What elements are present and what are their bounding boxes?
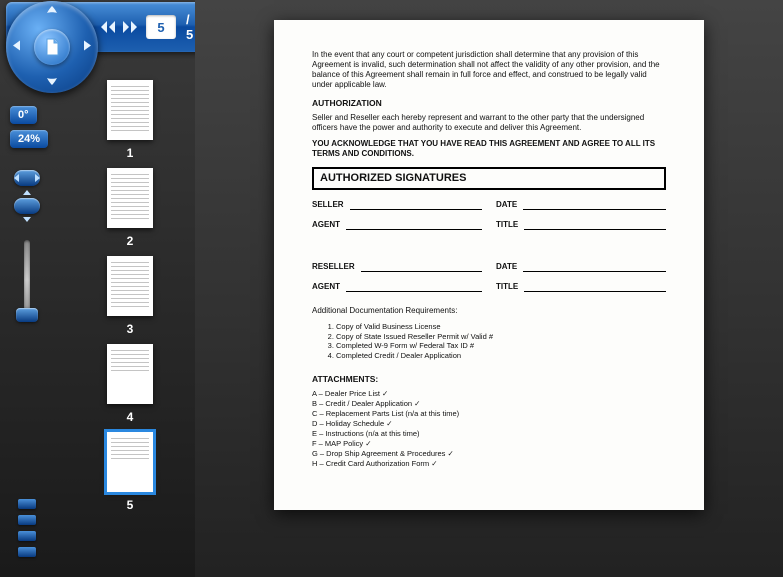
doc-req-list: Copy of Valid Business LicenseCopy of St… bbox=[336, 322, 666, 360]
view-mode-3[interactable] bbox=[18, 531, 36, 541]
reseller-label: RESELLER bbox=[312, 262, 355, 272]
view-mode-2[interactable] bbox=[18, 515, 36, 525]
signatures-heading: AUTHORIZED SIGNATURES bbox=[312, 167, 666, 191]
acknowledgement-text: YOU ACKNOWLEDGE THAT YOU HAVE READ THIS … bbox=[312, 139, 666, 159]
authorization-heading: AUTHORIZATION bbox=[312, 98, 666, 109]
date-label: DATE bbox=[496, 200, 517, 210]
authorization-text: Seller and Reseller each hereby represen… bbox=[312, 113, 666, 133]
view-mode-switcher bbox=[18, 499, 36, 557]
thumbnail-label: 4 bbox=[127, 410, 134, 424]
scroll-down-button[interactable] bbox=[45, 72, 59, 89]
nav-wheel-center[interactable] bbox=[34, 29, 70, 65]
view-mode-4[interactable] bbox=[18, 547, 36, 557]
zoom-slider-handle[interactable] bbox=[16, 308, 38, 322]
scroll-right-button[interactable] bbox=[80, 39, 94, 56]
doc-req-heading: Additional Documentation Requirements: bbox=[312, 306, 666, 316]
attachments-list: A – Dealer Price List ✓B – Credit / Deal… bbox=[312, 389, 666, 470]
seller-label: SELLER bbox=[312, 200, 344, 210]
date-label-2: DATE bbox=[496, 262, 517, 272]
thumbnail-label: 2 bbox=[127, 234, 134, 248]
thumbnail-5[interactable] bbox=[107, 432, 153, 492]
document-viewport[interactable]: In the event that any court or competent… bbox=[195, 0, 783, 577]
thumbnail-panel: 1 2 3 4 5 bbox=[80, 60, 180, 570]
title-label: TITLE bbox=[496, 220, 518, 230]
thumbnail-4[interactable] bbox=[107, 344, 153, 404]
rotation-button[interactable]: 0° bbox=[10, 106, 37, 124]
thumbnail-3[interactable] bbox=[107, 256, 153, 316]
pan-vertical-knob[interactable] bbox=[14, 198, 40, 214]
attachments-heading: ATTACHMENTS: bbox=[312, 374, 666, 385]
thumbnail-label: 3 bbox=[127, 322, 134, 336]
thumbnail-label: 5 bbox=[127, 498, 134, 512]
thumbnail-1[interactable] bbox=[107, 80, 153, 140]
title-label-2: TITLE bbox=[496, 282, 518, 292]
clause-text: In the event that any court or competent… bbox=[312, 50, 666, 90]
thumbnail-2[interactable] bbox=[107, 168, 153, 228]
thumbnail-label: 1 bbox=[127, 146, 134, 160]
scroll-left-button[interactable] bbox=[10, 39, 24, 56]
zoom-level-button[interactable]: 24% bbox=[10, 130, 48, 148]
next-page-button[interactable] bbox=[120, 17, 140, 37]
page-number-input[interactable] bbox=[146, 15, 176, 39]
agent-label: AGENT bbox=[312, 220, 340, 230]
pan-horizontal-knob[interactable] bbox=[14, 170, 40, 186]
document-page: In the event that any court or competent… bbox=[274, 20, 704, 510]
agent-label-2: AGENT bbox=[312, 282, 340, 292]
scroll-up-button[interactable] bbox=[45, 5, 59, 22]
view-mode-1[interactable] bbox=[18, 499, 36, 509]
prev-page-button[interactable] bbox=[98, 17, 118, 37]
